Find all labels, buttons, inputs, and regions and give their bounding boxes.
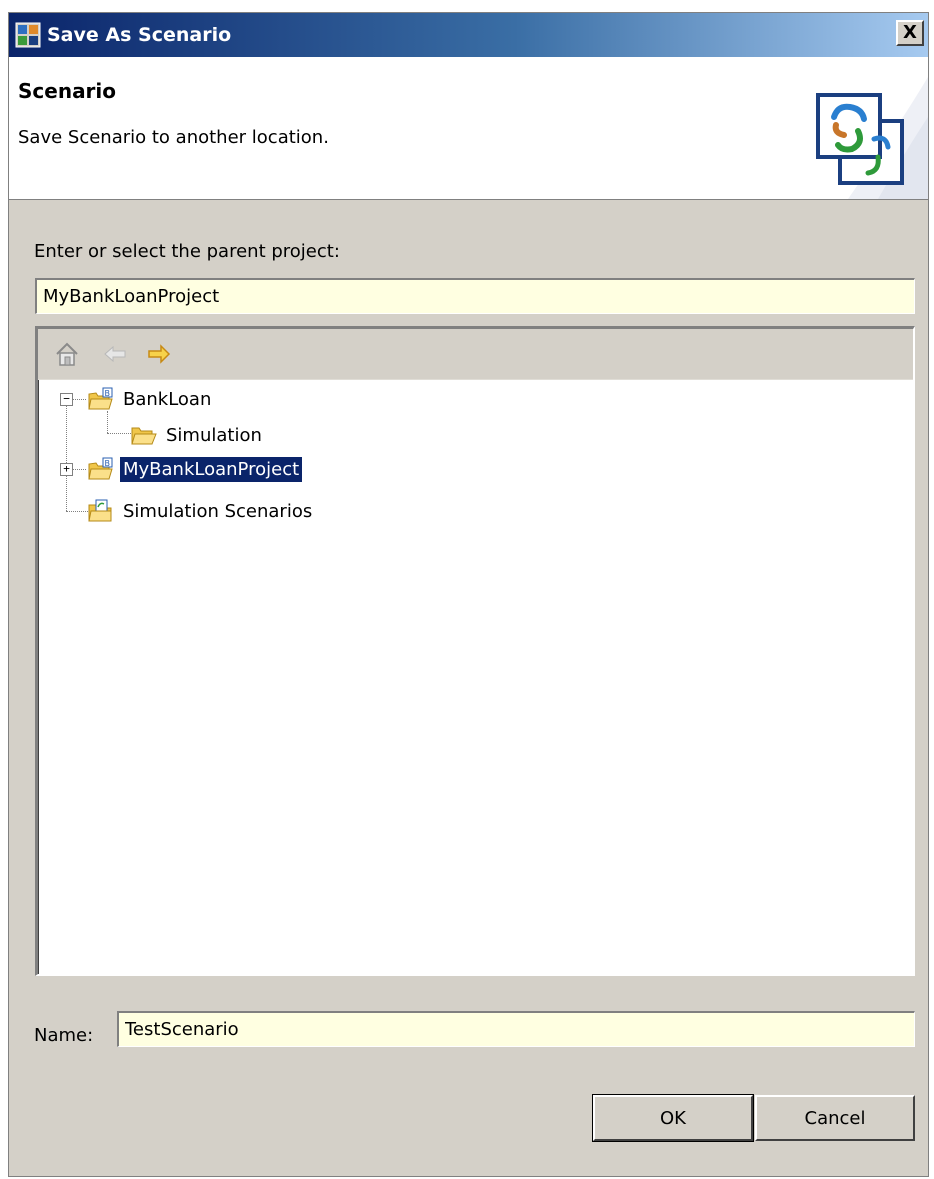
title-bar[interactable]: Save As Scenario X <box>9 13 928 57</box>
scenarios-folder-icon <box>88 499 112 522</box>
forward-arrow-icon[interactable] <box>146 341 172 367</box>
tree-connector <box>72 469 86 470</box>
save-as-scenario-dialog: Save As Scenario X Scenario Save Scenari… <box>8 12 929 1177</box>
tree-item-label: MyBankLoanProject <box>120 456 303 482</box>
folder-open-icon <box>131 427 157 445</box>
svg-text:B: B <box>105 459 111 468</box>
tree-connector <box>72 399 86 400</box>
parent-project-label: Enter or select the parent project: <box>34 241 340 262</box>
expand-toggle-mybankloanproject[interactable]: + <box>60 463 73 476</box>
tree-toolbar <box>38 329 913 380</box>
tree-connector <box>66 399 67 511</box>
scenario-wizard-icon <box>816 93 904 185</box>
project-folder-icon: B <box>88 457 113 480</box>
back-arrow-icon[interactable] <box>102 341 128 367</box>
tree-connector <box>107 433 131 434</box>
tree-item-simulation[interactable]: Simulation <box>131 418 265 452</box>
project-tree: − B BankLoan Simulation + B MyBankLoanPr… <box>38 379 913 974</box>
project-folder-icon: B <box>88 387 113 410</box>
project-tree-panel: − B BankLoan Simulation + B MyBankLoanPr… <box>35 326 915 976</box>
close-button[interactable]: X <box>896 20 924 46</box>
collapse-toggle-bankloan[interactable]: − <box>60 393 73 406</box>
tree-item-bankloan[interactable]: B BankLoan <box>88 382 214 416</box>
tree-item-mybankloanproject[interactable]: B MyBankLoanProject <box>88 452 303 486</box>
cancel-button[interactable]: Cancel <box>755 1095 915 1141</box>
scenario-app-icon <box>15 22 41 48</box>
tree-item-simulation-scenarios[interactable]: Simulation Scenarios <box>88 494 315 528</box>
name-label: Name: <box>34 1025 94 1046</box>
tree-item-label: Simulation <box>166 424 262 446</box>
wizard-banner: Scenario Save Scenario to another locati… <box>9 57 928 200</box>
ok-button[interactable]: OK <box>592 1094 754 1142</box>
tree-item-label: Simulation Scenarios <box>123 500 313 522</box>
scenario-name-input[interactable] <box>117 1011 915 1047</box>
parent-project-input[interactable] <box>35 278 915 314</box>
dialog-title: Save As Scenario <box>47 24 232 46</box>
svg-text:B: B <box>105 389 111 398</box>
tree-item-label: BankLoan <box>123 388 212 410</box>
banner-description: Save Scenario to another location. <box>18 127 329 148</box>
tree-connector <box>66 511 88 512</box>
home-icon[interactable] <box>54 341 80 367</box>
banner-title: Scenario <box>18 79 117 103</box>
close-icon: X <box>903 22 917 43</box>
